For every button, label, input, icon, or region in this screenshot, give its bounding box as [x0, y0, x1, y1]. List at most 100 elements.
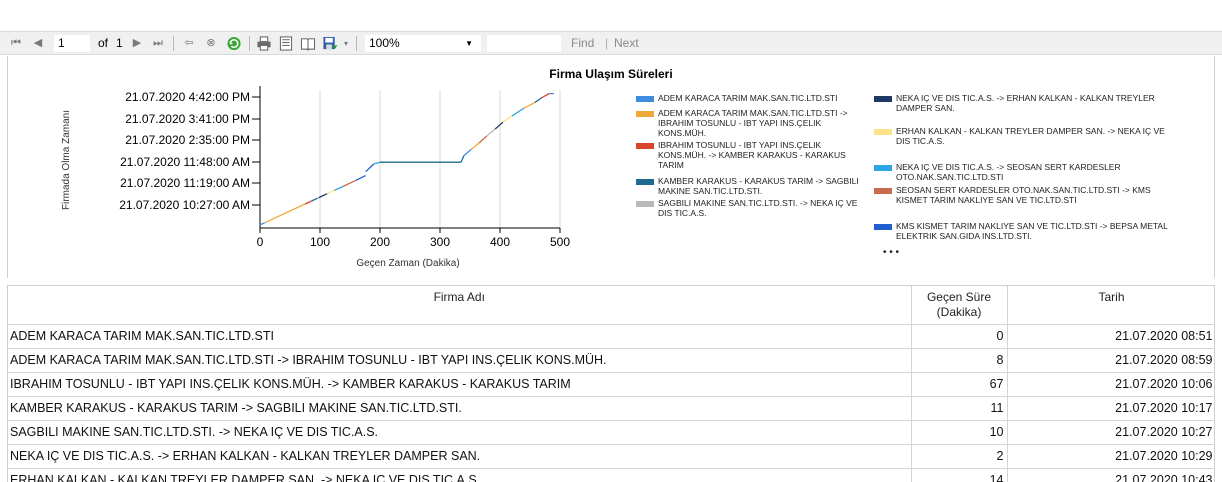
report-toolbar: ⏮ ◀ 1 of 1 ▶ ⏭ ⇦ ⊗ ▾ 100% ▼ Find | Next	[0, 31, 1222, 55]
toolbar-divider	[249, 36, 250, 51]
series-line	[494, 121, 504, 130]
cell-tarih: 21.07.2020 10:06	[1007, 372, 1214, 397]
cell-firma: IBRAHIM TOSUNLU - IBT YAPI INS.ÇELIK KON…	[8, 372, 912, 397]
previous-page-icon[interactable]: ◀	[30, 35, 46, 52]
legend-label: ADEM KARACA TARIM MAK.SAN.TIC.LTD.STI	[658, 93, 838, 103]
legend-label: SEOSAN SERT KARDESLER OTO.NAK.SAN.TIC.LT…	[896, 185, 1151, 205]
cell-firma: SAGBILI MAKINE SAN.TIC.LTD.STI. -> NEKA …	[8, 420, 912, 445]
column-header-firma: Firma Adı	[8, 286, 912, 325]
x-tick-label: 100	[310, 235, 330, 249]
legend-swatch	[874, 165, 892, 171]
series-line	[311, 197, 318, 202]
cell-tarih: 21.07.2020 10:27	[1007, 420, 1214, 445]
y-axis-label: Firmada Olma Zamanı	[61, 110, 72, 210]
legend-label: ERHAN KALKAN - KALKAN TREYLER DAMPER SAN…	[896, 126, 1165, 146]
series-line	[259, 222, 266, 226]
x-tick-label: 400	[490, 235, 510, 249]
zoom-value: 100%	[369, 36, 400, 50]
legend-swatch	[874, 96, 892, 102]
series-line	[373, 161, 381, 165]
cell-firma: KAMBER KARAKUS - KARAKUS TARIM -> SAGBIL…	[8, 396, 912, 421]
cell-tarih: 21.07.2020 08:59	[1007, 348, 1214, 373]
series-line	[334, 185, 344, 191]
y-tick-label: 21.07.2020 11:19:00 AM	[120, 176, 250, 190]
page-number-input[interactable]: 1	[54, 35, 90, 52]
series-line	[264, 203, 306, 224]
legend-swatch	[874, 224, 892, 230]
stop-icon[interactable]: ⊗	[203, 35, 219, 52]
chart-title: Firma Ulaşım Süreleri	[549, 67, 672, 81]
chart-panel: Firma Ulaşım Süreleri 0 100 200 300 400 500 21…	[7, 56, 1215, 278]
chevron-down-icon: ▼	[465, 39, 473, 48]
cell-firma: NEKA IÇ VE DIS TIC.A.S. -> ERHAN KALKAN …	[8, 444, 912, 469]
series-line	[326, 189, 335, 195]
y-tick-label: 21.07.2020 10:27:00 AM	[119, 198, 250, 212]
series-line	[478, 135, 488, 144]
total-pages: 1	[116, 36, 123, 50]
legend-swatch	[874, 129, 892, 135]
series-line	[355, 175, 366, 181]
last-page-icon[interactable]: ⏭	[150, 35, 166, 52]
x-tick-label: 300	[430, 235, 450, 249]
export-icon[interactable]	[322, 36, 338, 51]
first-page-icon[interactable]: ⏮	[8, 35, 24, 52]
cell-tarih: 21.07.2020 10:29	[1007, 444, 1214, 469]
legend-swatch	[636, 179, 654, 185]
series-line	[463, 148, 472, 157]
series-line	[470, 142, 480, 150]
column-header-gecen-sure: Geçen Süre (Dakika)	[911, 286, 1008, 325]
table-row: KAMBER KARAKUS - KARAKUS TARIM -> SAGBIL…	[8, 396, 1214, 421]
table-row: SAGBILI MAKINE SAN.TIC.LTD.STI. -> NEKA …	[8, 420, 1214, 445]
legend-swatch	[636, 111, 654, 117]
cell-gecen-sure: 8	[911, 348, 1008, 373]
y-tick-label: 21.07.2020 11:48:00 AM	[120, 155, 250, 169]
toolbar-divider	[356, 36, 357, 51]
cell-gecen-sure: 67	[911, 372, 1008, 397]
series-line	[502, 115, 513, 123]
cell-gecen-sure: 10	[911, 420, 1008, 445]
find-input[interactable]	[487, 35, 561, 52]
legend-more: • • •	[883, 247, 900, 258]
legend-label: KMS KISMET TARIM NAKLIYE SAN VE TIC.LTD.…	[896, 221, 1168, 241]
find-link[interactable]: Find	[571, 35, 594, 52]
cell-gecen-sure: 0	[911, 324, 1008, 349]
legend-label: SAGBILI MAKINE SAN.TIC.LTD.STI. -> NEKA …	[658, 198, 858, 218]
next-page-icon[interactable]: ▶	[129, 35, 145, 52]
legend-label: NEKA IÇ VE DIS TIC.A.S. -> SEOSAN SERT K…	[896, 162, 1121, 182]
toolbar-divider	[173, 36, 174, 51]
cell-firma: ADEM KARACA TARIM MAK.SAN.TIC.LTD.STI	[8, 324, 912, 349]
series-line	[541, 93, 550, 99]
column-header-tarih: Tarih	[1007, 286, 1214, 325]
series-line	[511, 107, 525, 117]
legend-label: IBRAHIM TOSUNLU - IBT YAPI INS.ÇELIK KON…	[658, 140, 846, 170]
cell-tarih: 21.07.2020 10:17	[1007, 396, 1214, 421]
x-tick-label: 500	[550, 235, 570, 249]
x-tick-label: 200	[370, 235, 390, 249]
x-tick-label: 0	[257, 235, 264, 249]
chart-marks	[259, 92, 554, 226]
cell-gecen-sure: 2	[911, 444, 1008, 469]
print-icon[interactable]	[256, 36, 272, 51]
export-dropdown-icon[interactable]: ▾	[338, 35, 354, 52]
refresh-icon[interactable]	[226, 36, 242, 51]
y-tick-label: 21.07.2020 3:41:00 PM	[125, 112, 250, 126]
back-icon[interactable]: ⇦	[181, 35, 197, 52]
legend-swatch	[874, 188, 892, 194]
table-row: ERHAN KALKAN - KALKAN TREYLER DAMPER SAN…	[8, 468, 1214, 482]
legend-swatch	[636, 143, 654, 149]
y-tick-label: 21.07.2020 4:42:00 PM	[125, 90, 250, 104]
legend-swatch	[636, 201, 654, 207]
cell-firma: ADEM KARACA TARIM MAK.SAN.TIC.LTD.STI ->…	[8, 348, 912, 373]
cell-tarih: 21.07.2020 08:51	[1007, 324, 1214, 349]
page-setup-icon[interactable]	[300, 36, 316, 51]
data-table: Firma Adı Geçen Süre (Dakika) Tarih ADEM…	[7, 285, 1215, 482]
y-tick-label: 21.07.2020 2:35:00 PM	[125, 133, 250, 147]
legend-label: KAMBER KARAKUS - KARAKUS TARIM -> SAGBIL…	[658, 176, 859, 196]
print-layout-icon[interactable]	[278, 36, 294, 51]
series-line	[486, 128, 496, 137]
legend-label: NEKA IÇ VE DIS TIC.A.S. -> ERHAN KALKAN …	[896, 93, 1155, 113]
zoom-select[interactable]: 100% ▼	[365, 35, 481, 52]
x-axis-label: Geçen Zaman (Dakika)	[356, 258, 459, 269]
cell-firma: ERHAN KALKAN - KALKAN TREYLER DAMPER SAN…	[8, 468, 912, 482]
next-link[interactable]: Next	[614, 35, 639, 52]
